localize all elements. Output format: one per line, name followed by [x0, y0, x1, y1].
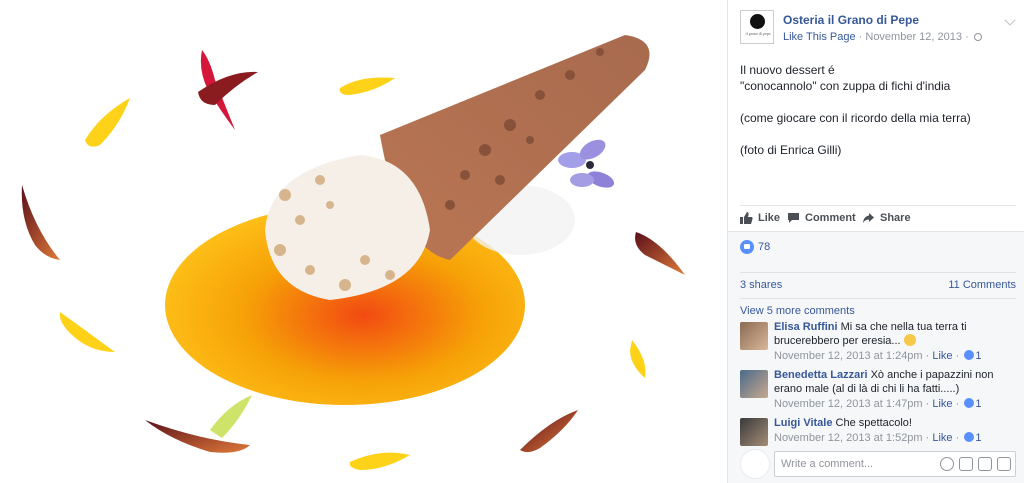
comment-icon [788, 213, 799, 223]
comment-composer: Write a comment... [740, 449, 1016, 479]
globe-icon [973, 33, 982, 41]
dessert-photo-image [21, 35, 685, 470]
like-reaction-icon [740, 240, 754, 254]
gif-icon[interactable] [978, 457, 992, 471]
post-header: il grano di pepe Osteria il Grano di Pep… [740, 10, 1020, 46]
comment-body: Elisa Ruffini Mi sa che nella tua terra … [774, 320, 1014, 363]
comment-like-count[interactable]: 1 [975, 398, 981, 410]
more-comments-row: View 5 more comments [740, 298, 1016, 317]
share-button-label: Share [880, 212, 911, 224]
likes-count[interactable]: 78 [758, 241, 770, 253]
post-date[interactable]: November 12, 2013 [865, 31, 962, 43]
page-avatar[interactable]: il grano di pepe [740, 10, 774, 44]
comment-body: Benedetta Lazzari Xò anche i papazzini n… [774, 368, 1014, 411]
comment-input-placeholder: Write a comment... [781, 458, 874, 470]
comment-button[interactable]: Comment [787, 212, 856, 224]
post-photo[interactable] [0, 0, 727, 483]
post-text-line: (come giocare con il ricordo della mia t… [740, 111, 971, 125]
comment-meta: November 12, 2013 at 1:24pm · Like · 1 [774, 350, 982, 362]
comment-like-count[interactable]: 1 [975, 350, 981, 362]
avatar[interactable] [740, 418, 768, 446]
comment-date[interactable]: November 12, 2013 at 1:47pm [774, 398, 923, 410]
comment-author[interactable]: Benedetta Lazzari [774, 369, 868, 381]
like-button[interactable]: Like [740, 212, 780, 224]
logo-dot [750, 14, 765, 29]
post-side-panel: il grano di pepe Osteria il Grano di Pep… [727, 0, 1024, 483]
comments-count-link[interactable]: 11 Comments [948, 279, 1016, 291]
likes-summary[interactable]: 78 [740, 240, 770, 254]
shares-comments-row: 3 shares 11 Comments [740, 272, 1016, 298]
post-meta: Like This Page · November 12, 2013 · [783, 31, 982, 43]
comment-body: Luigi Vitale Che spettacolo! November 12… [774, 416, 1014, 445]
post-text: Il nuovo dessert é "conocannolo" con zup… [740, 62, 1015, 158]
avatar-logo-text: il grano di pepe [745, 31, 771, 36]
comment-text: Che spettacolo! [835, 417, 912, 429]
comment-meta: November 12, 2013 at 1:47pm · Like · 1 [774, 398, 982, 410]
comment-button-label: Comment [805, 212, 856, 224]
comment-like-link[interactable]: Like [932, 432, 952, 444]
shares-link[interactable]: 3 shares [740, 279, 782, 291]
thumbs-up-icon [740, 212, 753, 224]
post-text-line: (foto di Enrica Gilli) [740, 143, 842, 157]
like-reaction-icon [964, 350, 975, 360]
like-reaction-icon [964, 398, 975, 408]
comment-meta: November 12, 2013 at 1:52pm · Like · 1 [774, 432, 982, 444]
sticker-icon[interactable] [997, 457, 1011, 471]
comment-like-link[interactable]: Like [932, 350, 952, 362]
reactions-section: 78 3 shares 11 Comments View 5 more comm… [728, 231, 1024, 483]
post-actions-bar: Like Comment Share [740, 205, 1016, 231]
post-text-line: Il nuovo dessert é "conocannolo" con zup… [740, 63, 951, 93]
comment-author[interactable]: Elisa Ruffini [774, 321, 838, 333]
avatar[interactable] [740, 322, 768, 350]
comment-like-count[interactable]: 1 [975, 432, 981, 444]
avatar[interactable] [740, 370, 768, 398]
like-reaction-icon [964, 432, 975, 442]
composer-icons [940, 457, 1011, 471]
comment-input[interactable]: Write a comment... [774, 451, 1016, 477]
share-button[interactable]: Share [862, 212, 911, 224]
smiley-emoji-icon [903, 334, 916, 346]
page-name-link[interactable]: Osteria il Grano di Pepe [783, 13, 919, 27]
avatar [740, 449, 770, 479]
chevron-down-icon[interactable] [1004, 14, 1016, 26]
comment-date[interactable]: November 12, 2013 at 1:24pm [774, 350, 923, 362]
camera-icon[interactable] [959, 457, 973, 471]
emoji-icon[interactable] [940, 457, 954, 471]
view-more-comments-link[interactable]: View 5 more comments [740, 305, 855, 317]
comment-author[interactable]: Luigi Vitale [774, 417, 832, 429]
like-page-link[interactable]: Like This Page [783, 31, 856, 43]
meta-separator: · [965, 31, 972, 43]
like-button-label: Like [758, 212, 781, 224]
share-icon [863, 213, 874, 223]
comment-date[interactable]: November 12, 2013 at 1:52pm [774, 432, 923, 444]
comment-like-link[interactable]: Like [932, 398, 952, 410]
